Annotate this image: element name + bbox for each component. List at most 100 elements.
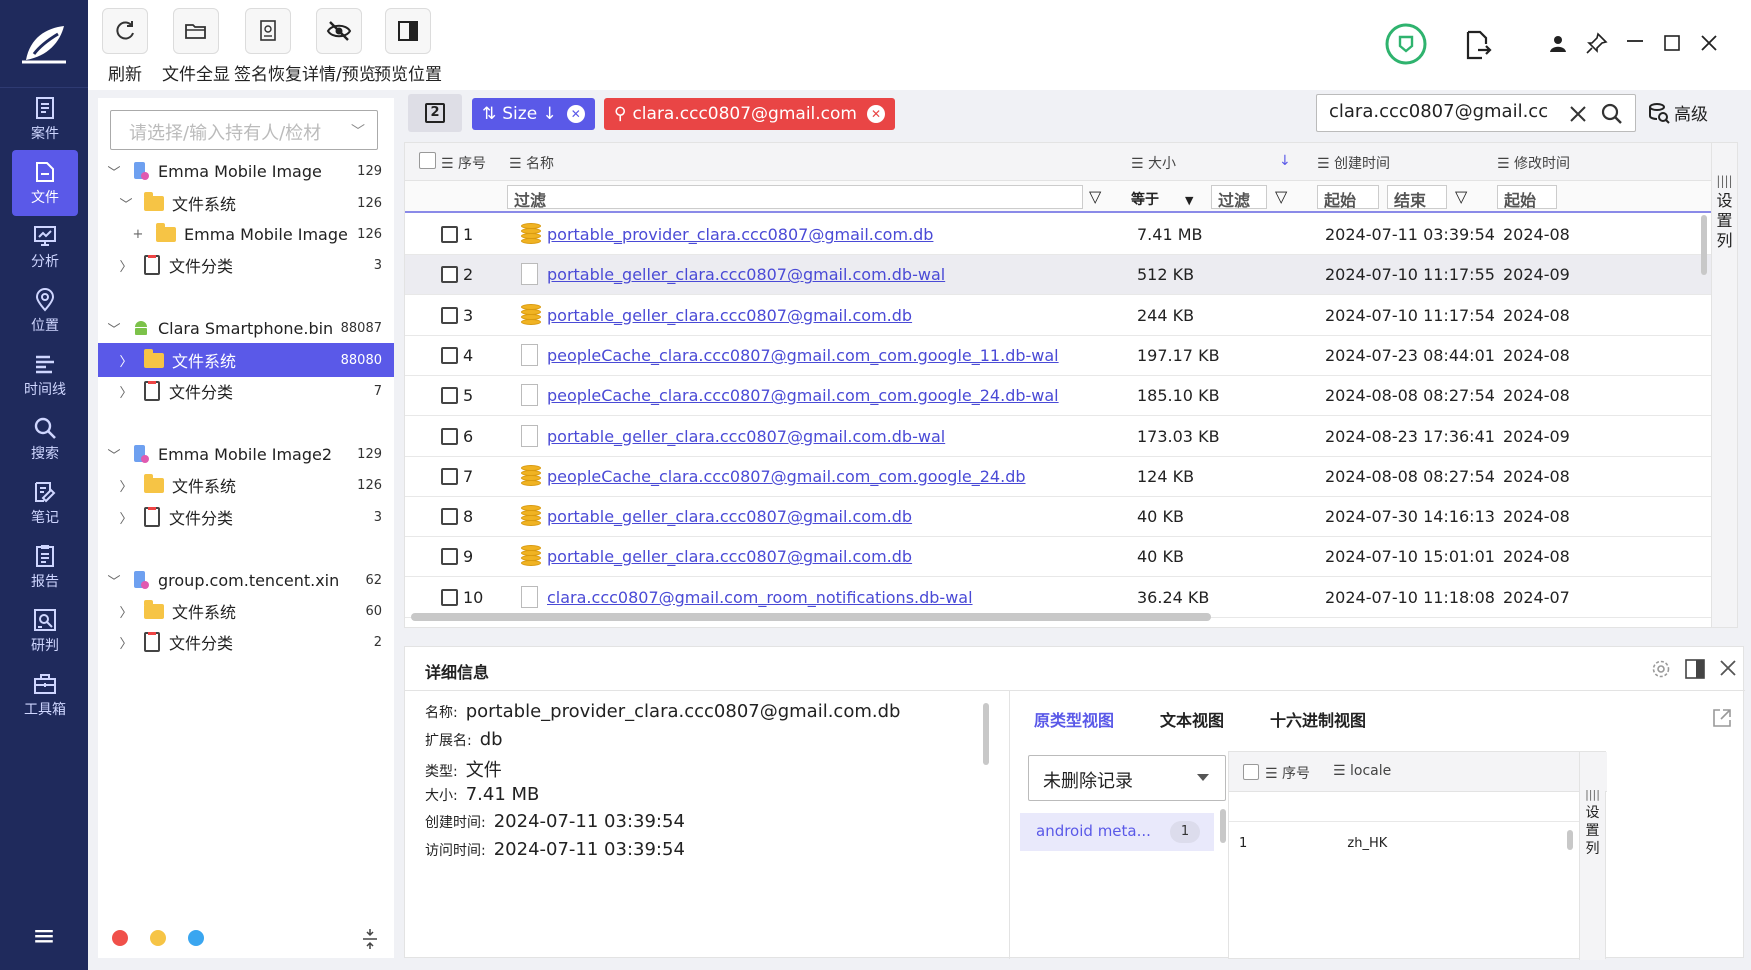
file-name-link[interactable]: portable_provider_clara.ccc0807@gmail.co… [547, 225, 933, 244]
expand-toggle-icon[interactable]: 〉 [118, 602, 134, 621]
tree-node[interactable]: 〉 文件系统 126 [98, 468, 394, 502]
grid-horizontal-scrollbar[interactable] [411, 613, 1211, 621]
size-sort-chip[interactable]: ⇅ Size ↓ ✕ [472, 98, 595, 130]
menu-icon[interactable]: ≡ [0, 922, 88, 950]
record-grid-scrollbar[interactable] [1567, 830, 1573, 850]
column-modified[interactable]: ☰ 修改时间 [1497, 153, 1570, 173]
collapse-all-icon[interactable] [362, 928, 378, 950]
tree-node[interactable]: 〉 文件分类 3 [98, 500, 394, 534]
tree-node[interactable]: ﹀ Emma Mobile Image 129 [98, 154, 394, 188]
tree-node[interactable]: ﹀ Clara Smartphone.bin 88087 [98, 311, 394, 345]
dock-right-icon[interactable] [1685, 659, 1705, 679]
file-name-link[interactable]: peopleCache_clara.ccc0807@gmail.com_com.… [547, 386, 1059, 405]
remove-query-chip-icon[interactable]: ✕ [866, 105, 885, 123]
expand-toggle-icon[interactable]: + [130, 227, 146, 242]
detail-preview-button[interactable]: 详情/预览 [302, 8, 376, 85]
nav-item-notes[interactable]: 笔记 [12, 470, 78, 536]
select-all-checkbox[interactable] [419, 152, 436, 169]
tree-node[interactable]: ﹀ group.com.tencent.xin 62 [98, 563, 394, 597]
tree-node[interactable]: 〉 文件分类 7 [98, 374, 394, 408]
file-name-link[interactable]: portable_geller_clara.ccc0807@gmail.com.… [547, 306, 912, 325]
tab-raw-view[interactable]: 原类型视图 [1034, 707, 1114, 731]
tree-node[interactable]: 〉 文件系统 60 [98, 594, 394, 628]
row-checkbox[interactable] [441, 226, 458, 243]
row-checkbox[interactable] [441, 266, 458, 284]
expand-toggle-icon[interactable]: ﹀ [106, 162, 122, 181]
size-filter-icon[interactable]: ▽ [1275, 187, 1287, 206]
expand-toggle-icon[interactable]: 〉 [118, 633, 134, 652]
tree-node[interactable]: ﹀ 文件系统 126 [98, 186, 394, 220]
expand-toggle-icon[interactable]: 〉 [118, 382, 134, 401]
nav-item-case[interactable]: 案件 [12, 86, 78, 152]
name-filter-icon[interactable]: ▽ [1089, 187, 1101, 206]
record-column-index[interactable]: ☰ 序号 [1265, 763, 1310, 783]
expand-toggle-icon[interactable]: ﹀ [118, 194, 134, 213]
name-filter-input[interactable]: 过滤 [507, 185, 1083, 210]
nav-item-judge[interactable]: 研判 [12, 598, 78, 664]
clear-search-icon[interactable] [1569, 105, 1587, 123]
expand-toggle-icon[interactable]: ﹀ [106, 571, 122, 590]
show-all-files-button[interactable]: 文件全显 [162, 8, 230, 85]
tree-node[interactable]: 〉 文件分类 2 [98, 625, 394, 659]
detail-scrollbar[interactable] [983, 703, 989, 765]
nav-item-report[interactable]: 报告 [12, 534, 78, 600]
tree-node[interactable]: 〉 文件分类 3 [98, 248, 394, 282]
close-detail-icon[interactable] [1719, 659, 1737, 677]
table-row[interactable]: 1 zh_HK [1239, 836, 1387, 851]
created-filter-icon[interactable]: ▽ [1455, 187, 1467, 206]
tree-node[interactable]: ﹀ Emma Mobile Image2 129 [98, 437, 394, 471]
file-name-link[interactable]: portable_geller_clara.ccc0807@gmail.com.… [547, 507, 912, 526]
record-select-all-checkbox[interactable] [1243, 764, 1259, 780]
magnifier-icon[interactable] [1601, 103, 1623, 125]
panel-toggle-button[interactable]: 2 [408, 94, 462, 132]
nav-item-toolbox[interactable]: 工具箱 [12, 662, 78, 728]
shield-status-icon[interactable] [1384, 22, 1428, 66]
tree-node[interactable]: 〉 文件系统 88080 [98, 343, 394, 377]
row-checkbox[interactable] [441, 387, 458, 405]
table-row[interactable]: 5 peopleCache_clara.ccc0807@gmail.com_com… [405, 376, 1737, 417]
column-size[interactable]: ☰ 大小 [1131, 153, 1176, 173]
file-name-link[interactable]: portable_geller_clara.ccc0807@gmail.com.… [547, 427, 945, 446]
created-to-input[interactable]: 结束 [1387, 185, 1447, 210]
nav-item-location[interactable]: 位置 [12, 278, 78, 344]
modified-from-input[interactable]: 起始 [1497, 185, 1557, 210]
record-type-select[interactable]: 未删除记录 [1028, 755, 1226, 801]
expand-toggle-icon[interactable]: ﹀ [106, 445, 122, 464]
expand-toggle-icon[interactable]: 〉 [118, 508, 134, 527]
row-checkbox[interactable] [441, 346, 458, 364]
blue-dot-icon[interactable] [188, 930, 204, 946]
file-name-link[interactable]: peopleCache_clara.ccc0807@gmail.com_com.… [547, 467, 1026, 486]
red-dot-icon[interactable] [112, 930, 128, 946]
nav-item-analysis[interactable]: 分析 [12, 214, 78, 280]
gear-icon[interactable] [1651, 659, 1671, 679]
size-operator-select[interactable]: 等于 ▼ [1131, 189, 1193, 209]
remove-size-chip-icon[interactable]: ✕ [566, 105, 585, 123]
file-name-link[interactable]: peopleCache_clara.ccc0807@gmail.com_com.… [547, 346, 1059, 365]
refresh-button[interactable]: 刷新 [102, 8, 148, 85]
expand-toggle-icon[interactable]: 〉 [118, 256, 134, 275]
row-checkbox[interactable] [441, 548, 458, 566]
sort-desc-icon[interactable]: ↓ [1279, 153, 1291, 169]
table-list-item[interactable]: android meta... 1 [1020, 813, 1214, 851]
column-settings-button[interactable]: |||| 设置列 [1711, 143, 1737, 627]
row-checkbox[interactable] [441, 588, 458, 606]
signature-restore-button[interactable]: 签名恢复 [234, 8, 302, 85]
record-column-locale[interactable]: ☰ locale [1333, 763, 1391, 779]
file-name-link[interactable]: clara.ccc0807@gmail.com_room_notificatio… [547, 588, 973, 607]
tab-hex-view[interactable]: 十六进制视图 [1270, 707, 1366, 731]
expand-toggle-icon[interactable]: ﹀ [106, 319, 122, 338]
yellow-dot-icon[interactable] [150, 930, 166, 946]
table-list-scrollbar[interactable] [1220, 809, 1226, 843]
pin-icon[interactable] [1586, 32, 1608, 54]
holder-select[interactable]: 请选择/输入持有人/检材 ﹀ [110, 110, 378, 150]
expand-toggle-icon[interactable]: 〉 [118, 476, 134, 495]
tab-text-view[interactable]: 文本视图 [1160, 707, 1224, 731]
user-icon[interactable] [1548, 34, 1568, 54]
preview-position-button[interactable]: 预览位置 [374, 8, 442, 85]
table-row[interactable]: 10 clara.ccc0807@gmail.com_room_notificat… [405, 578, 1737, 618]
export-file-icon[interactable] [1464, 30, 1492, 60]
column-created[interactable]: ☰ 创建时间 [1317, 153, 1390, 173]
nav-item-timeline[interactable]: 时间线 [12, 342, 78, 408]
nav-item-file[interactable]: 文件 [12, 150, 78, 216]
query-chip[interactable]: ⚲ clara.ccc0807@gmail.com ✕ [604, 98, 895, 130]
